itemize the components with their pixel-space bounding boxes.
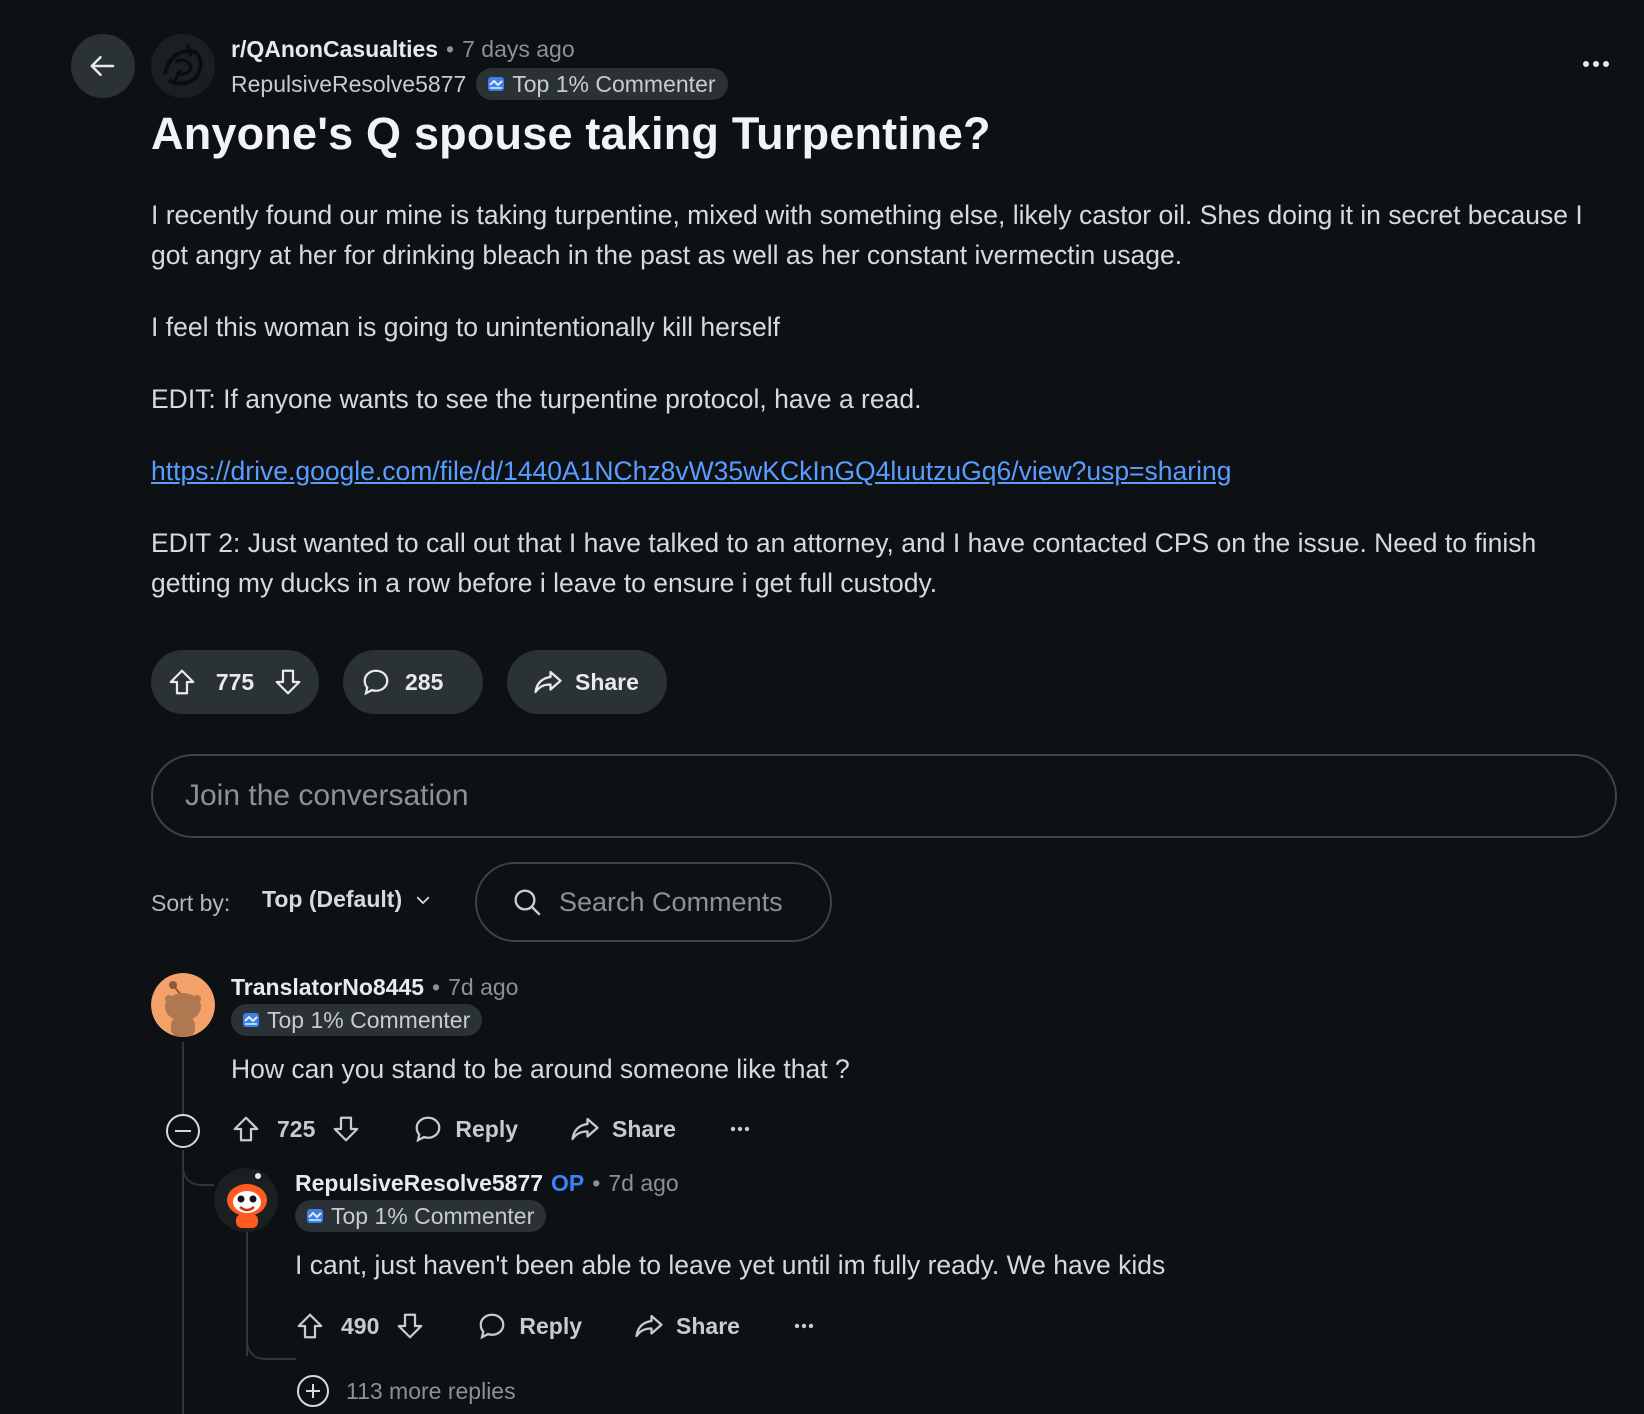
share-icon (635, 1314, 663, 1338)
avatar[interactable] (214, 1168, 278, 1232)
comment-composer[interactable]: Join the conversation (151, 754, 1617, 838)
post-title: Anyone's Q spouse taking Turpentine? (151, 108, 991, 159)
author-badge-label: Top 1% Commenter (512, 70, 716, 97)
author-badge-label: Top 1% Commenter (331, 1202, 535, 1229)
share-icon (571, 1117, 599, 1141)
chevron-down-icon (416, 896, 430, 904)
search-icon (514, 889, 541, 916)
vote-bar: 775 (151, 650, 319, 714)
author-badge: Top 1% Commenter (295, 1200, 547, 1232)
post-paragraph: I recently found our mine is taking turp… (151, 200, 1583, 270)
comment-time: 7d ago (608, 1170, 679, 1196)
sort-label: Sort by: (151, 890, 231, 916)
collapse-thread-button[interactable] (166, 1114, 200, 1148)
post-author-row: RepulsiveResolve5877 Top 1% Commenter (231, 68, 728, 100)
plus-icon (306, 1384, 320, 1398)
reply-button[interactable]: Reply (477, 1311, 582, 1341)
post-paragraph: EDIT 2: Just wanted to call out that I h… (151, 528, 1537, 598)
comment-author[interactable]: RepulsiveResolve5877 (295, 1170, 543, 1197)
reply-button[interactable]: Reply (413, 1114, 518, 1144)
vote-count: 725 (277, 1115, 316, 1142)
comment-icon (363, 669, 389, 696)
share-label: Share (575, 668, 639, 695)
post-paragraph: EDIT: If anyone wants to see the turpent… (151, 384, 922, 414)
minus-icon (175, 1130, 191, 1132)
search-comments-input[interactable]: Search Comments (475, 862, 832, 942)
subreddit-logo-icon (151, 34, 215, 98)
more-replies-link[interactable]: 113 more replies (346, 1378, 516, 1405)
comment-icon (415, 1116, 441, 1143)
badge-icon (307, 1209, 323, 1223)
vote-bar: 725 (231, 1114, 361, 1144)
comment-count: 285 (405, 668, 444, 695)
more-options-button[interactable] (730, 1126, 750, 1132)
post-link[interactable]: https://drive.google.com/file/d/1440A1NC… (151, 456, 1231, 486)
badge-icon (243, 1013, 259, 1027)
snoo-avatar-icon (214, 1168, 278, 1232)
upvote-icon[interactable] (167, 667, 197, 697)
share-button[interactable]: Share (507, 650, 667, 714)
thread-connector (182, 1150, 214, 1186)
thread-line (182, 1150, 184, 1414)
share-button[interactable]: Share (570, 1114, 676, 1144)
subreddit-avatar[interactable] (151, 34, 215, 98)
op-tag: OP (551, 1170, 585, 1196)
comments-button[interactable]: 285 (343, 650, 483, 714)
downvote-icon[interactable] (273, 667, 303, 697)
more-horizontal-icon (730, 1126, 750, 1132)
separator-dot: • (432, 974, 441, 1000)
share-icon (534, 670, 562, 694)
author-badge: Top 1% Commenter (231, 1004, 483, 1036)
composer-placeholder: Join the conversation (185, 779, 469, 812)
vote-count: 775 (215, 668, 255, 695)
thread-line (246, 1226, 248, 1356)
reply-label: Reply (455, 1115, 519, 1142)
more-horizontal-icon (1583, 61, 1609, 67)
post-paragraph: I feel this woman is going to unintentio… (151, 312, 780, 342)
snoo-avatar-icon (151, 973, 215, 1037)
share-label: Share (612, 1115, 676, 1142)
share-label: Share (676, 1312, 740, 1339)
more-options-button[interactable] (794, 1323, 814, 1329)
thread-connector (246, 1340, 296, 1360)
search-placeholder: Search Comments (559, 886, 783, 917)
separator-dot: • (592, 1170, 601, 1196)
comment-meta: RepulsiveResolve5877 OP • 7d ago (295, 1170, 679, 1197)
vote-count: 490 (341, 1312, 380, 1339)
comment-actions: 725 Reply Share (231, 1114, 750, 1144)
sort-dropdown[interactable]: Top (Default) (262, 886, 432, 913)
badge-icon (488, 77, 505, 91)
comment-icon (479, 1313, 505, 1340)
comment-time: 7d ago (448, 974, 519, 1000)
share-button[interactable]: Share (634, 1311, 740, 1341)
comment-author[interactable]: TranslatorNo8445 (231, 974, 424, 1001)
upvote-icon[interactable] (295, 1311, 325, 1341)
author-badge-label: Top 1% Commenter (267, 1006, 471, 1033)
vote-bar: 490 (295, 1311, 425, 1341)
more-options-button[interactable] (1572, 48, 1620, 80)
upvote-icon[interactable] (231, 1114, 261, 1144)
arrow-left-icon (90, 56, 115, 76)
more-horizontal-icon (794, 1323, 814, 1329)
author-badge: Top 1% Commenter (476, 68, 728, 100)
comment-text: I cant, just haven't been able to leave … (295, 1250, 1166, 1280)
post-author[interactable]: RepulsiveResolve5877 (231, 71, 466, 98)
expand-replies-button[interactable] (297, 1375, 329, 1407)
post-meta: r/QAnonCasualties • 7 days ago (231, 36, 575, 63)
comment-text: How can you stand to be around someone l… (231, 1054, 850, 1084)
back-button[interactable] (71, 34, 135, 98)
reply-label: Reply (519, 1312, 583, 1339)
comment-actions: 490 Reply Share (295, 1311, 814, 1341)
post-body: I recently found our mine is taking turp… (151, 195, 1621, 635)
subreddit-name[interactable]: r/QAnonCasualties (231, 36, 438, 63)
downvote-icon[interactable] (395, 1311, 425, 1341)
comment-meta: TranslatorNo8445 • 7d ago (231, 974, 518, 1001)
downvote-icon[interactable] (331, 1114, 361, 1144)
post-time: 7 days ago (462, 36, 575, 62)
separator-dot: • (446, 36, 455, 62)
sort-value: Top (Default) (262, 886, 403, 912)
avatar[interactable] (151, 973, 215, 1037)
